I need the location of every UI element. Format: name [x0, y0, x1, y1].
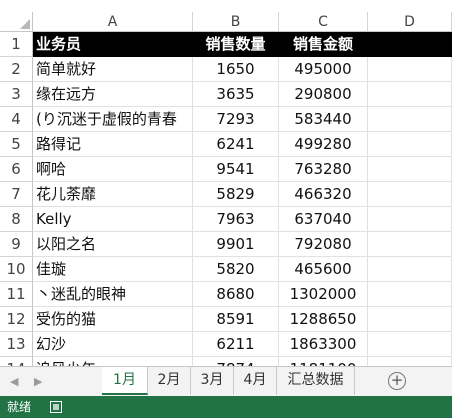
cell-quantity[interactable]: 8680	[193, 282, 279, 307]
cell-salesperson[interactable]: 啊哈	[33, 157, 193, 182]
cell-empty[interactable]	[368, 257, 452, 282]
tab-summary[interactable]: 汇总数据	[277, 367, 355, 395]
tab-3-month[interactable]: 3月	[191, 367, 234, 395]
cell-quantity[interactable]: 9901	[193, 232, 279, 257]
cell-salesperson[interactable]: 受伤的猫	[33, 307, 193, 332]
select-all-corner[interactable]	[0, 12, 33, 32]
cell-amount[interactable]: 465600	[279, 257, 368, 282]
cell-header-salesperson[interactable]: 业务员	[33, 32, 193, 57]
cell-salesperson[interactable]: 佳璇	[33, 257, 193, 282]
cell-empty[interactable]	[368, 182, 452, 207]
row-header[interactable]: 12	[0, 307, 33, 332]
cell-empty[interactable]	[368, 157, 452, 182]
row-header[interactable]: 9	[0, 232, 33, 257]
select-all-triangle-icon	[20, 19, 30, 29]
cell-salesperson[interactable]: 缘在远方	[33, 82, 193, 107]
column-header-c[interactable]: C	[279, 12, 368, 32]
row-header[interactable]: 7	[0, 182, 33, 207]
cell-amount[interactable]: 637040	[279, 207, 368, 232]
cell-amount[interactable]: 583440	[279, 107, 368, 132]
cell-quantity[interactable]: 8591	[193, 307, 279, 332]
cell-empty[interactable]	[368, 232, 452, 257]
cell-amount[interactable]: 290800	[279, 82, 368, 107]
column-header-d[interactable]: D	[368, 12, 452, 32]
tab-4-month[interactable]: 4月	[234, 367, 277, 395]
nav-prev-icon[interactable]: ◀	[10, 375, 18, 388]
add-sheet-icon[interactable]: +	[388, 372, 406, 390]
status-ready: 就绪	[7, 400, 32, 414]
row-header[interactable]: 13	[0, 332, 33, 357]
cell-quantity[interactable]: 6241	[193, 132, 279, 157]
tab-1-month[interactable]: 1月	[102, 367, 148, 395]
cell-salesperson[interactable]: Kelly	[33, 207, 193, 232]
macro-record-icon[interactable]	[50, 401, 62, 413]
cell-quantity[interactable]: 1650	[193, 57, 279, 82]
cell-amount[interactable]: 1302000	[279, 282, 368, 307]
row-header[interactable]: 4	[0, 107, 33, 132]
column-header-b[interactable]: B	[193, 12, 279, 32]
cell-quantity[interactable]: 6211	[193, 332, 279, 357]
row-header[interactable]: 8	[0, 207, 33, 232]
cell-quantity[interactable]: 7963	[193, 207, 279, 232]
row-header[interactable]: 2	[0, 57, 33, 82]
cell-amount[interactable]: 499280	[279, 132, 368, 157]
cell-header-amount[interactable]: 销售金额	[279, 32, 368, 57]
cell-salesperson[interactable]: 花儿荼靡	[33, 182, 193, 207]
cell-quantity[interactable]: 9541	[193, 157, 279, 182]
column-header-a[interactable]: A	[33, 12, 193, 32]
cell-empty[interactable]	[368, 107, 452, 132]
cell-salesperson[interactable]: 幻沙	[33, 332, 193, 357]
cell-salesperson[interactable]: 以阳之名	[33, 232, 193, 257]
cell-amount[interactable]: 1863300	[279, 332, 368, 357]
cell-empty[interactable]	[368, 82, 452, 107]
nav-next-icon[interactable]: ▶	[34, 375, 42, 388]
cell-salesperson[interactable]: 路得记	[33, 132, 193, 157]
sheet-tab-bar: ◀ ▶ 1月 2月 3月 4月 汇总数据 +	[0, 366, 452, 396]
cell-salesperson[interactable]: 丶迷乱的眼神	[33, 282, 193, 307]
cell-amount[interactable]: 792080	[279, 232, 368, 257]
row-header[interactable]: 10	[0, 257, 33, 282]
cell-quantity[interactable]: 5820	[193, 257, 279, 282]
cell-amount[interactable]: 495000	[279, 57, 368, 82]
cell-empty[interactable]	[368, 57, 452, 82]
row-header[interactable]: 3	[0, 82, 33, 107]
row-header[interactable]: 1	[0, 32, 33, 57]
cell-empty[interactable]	[368, 32, 452, 57]
cell-quantity[interactable]: 5829	[193, 182, 279, 207]
row-header[interactable]: 11	[0, 282, 33, 307]
spreadsheet-grid[interactable]: A B C D 1 业务员 销售数量 销售金额 2 简单就好 1650 495000 3 缘在远方…	[0, 0, 452, 372]
cell-empty[interactable]	[368, 282, 452, 307]
cell-header-quantity[interactable]: 销售数量	[193, 32, 279, 57]
cell-empty[interactable]	[368, 207, 452, 232]
tab-2-month[interactable]: 2月	[148, 367, 191, 395]
cell-amount[interactable]: 466320	[279, 182, 368, 207]
cell-amount[interactable]: 1288650	[279, 307, 368, 332]
row-header[interactable]: 5	[0, 132, 33, 157]
cell-empty[interactable]	[368, 132, 452, 157]
cell-quantity[interactable]: 3635	[193, 82, 279, 107]
cell-empty[interactable]	[368, 332, 452, 357]
cell-amount[interactable]: 763280	[279, 157, 368, 182]
cell-salesperson[interactable]: 简单就好	[33, 57, 193, 82]
status-bar: 就绪	[0, 396, 452, 418]
cell-quantity[interactable]: 7293	[193, 107, 279, 132]
cell-empty[interactable]	[368, 307, 452, 332]
cell-salesperson[interactable]: (り沉迷于虚假的青春	[33, 107, 193, 132]
row-header[interactable]: 6	[0, 157, 33, 182]
